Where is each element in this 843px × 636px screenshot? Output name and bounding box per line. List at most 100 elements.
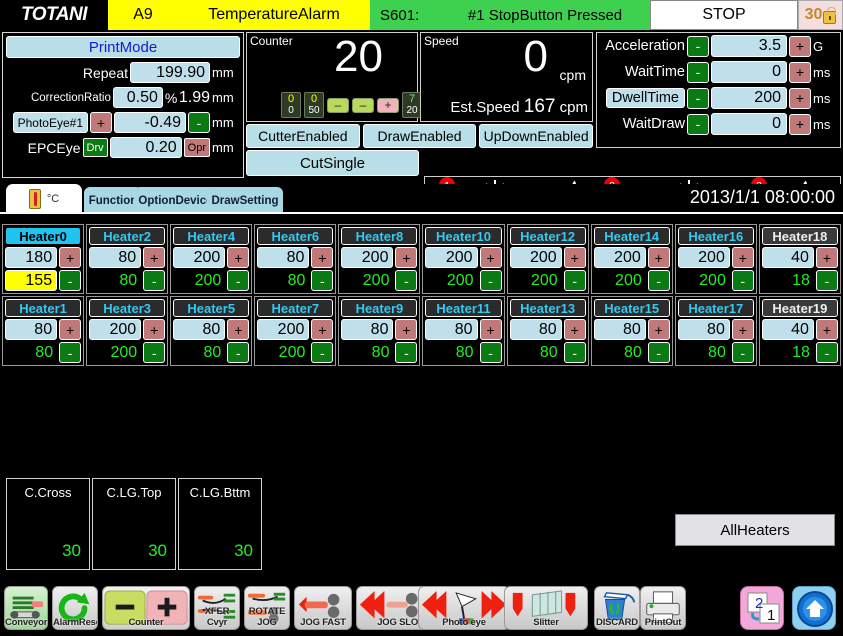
heater-setpoint[interactable]: 40 — [761, 319, 814, 340]
tab-drawsetting[interactable]: DrawSetting — [207, 187, 283, 214]
dwelltime-minus-button[interactable]: - — [687, 87, 709, 109]
heater-setpoint[interactable]: 200 — [677, 247, 730, 268]
draw-enabled-button[interactable]: DrawEnabled — [362, 124, 477, 148]
heater-minus-button[interactable]: - — [563, 270, 586, 291]
heater-plus-button[interactable]: + — [563, 319, 586, 340]
counter-plus-button[interactable]: + — [377, 97, 399, 113]
heater-cell[interactable]: Heater2 80 + 80- — [86, 224, 169, 294]
correction-ratio-field[interactable]: 0.50 — [112, 87, 163, 108]
counter-button[interactable]: Counter — [102, 586, 190, 630]
heater-minus-button[interactable]: - — [815, 342, 838, 363]
discard-button[interactable]: DISCARD — [594, 586, 640, 630]
alarm-reset-button[interactable]: AlarmReset — [52, 586, 98, 630]
tab-optiondevice[interactable]: OptionDevice — [134, 187, 217, 214]
heater-plus-button[interactable]: + — [395, 319, 418, 340]
heater-setpoint[interactable]: 200 — [173, 247, 226, 268]
heater-name[interactable]: Heater6 — [257, 227, 334, 245]
heater-cell[interactable]: Heater13 80 + 80- — [506, 296, 589, 366]
epceye-field[interactable]: 0.20 — [109, 137, 182, 158]
heater-minus-button[interactable]: - — [59, 270, 82, 291]
heater-cell[interactable]: Heater18 40 + 18- — [758, 224, 841, 294]
heater-minus-button[interactable]: - — [311, 270, 334, 291]
heater-plus-button[interactable]: + — [731, 247, 754, 268]
heater-plus-button[interactable]: + — [479, 319, 502, 340]
waitdraw-minus-button[interactable]: - — [687, 113, 709, 135]
heater-cell[interactable]: Heater5 80 + 80- — [170, 296, 253, 366]
heater-minus-button[interactable]: - — [647, 270, 670, 291]
heater-cell[interactable]: Heater9 80 + 80- — [338, 296, 421, 366]
heater-plus-button[interactable]: + — [815, 247, 838, 268]
cooler-c-lg-bttm[interactable]: C.LG.Bttm 30 — [178, 478, 262, 570]
heater-name[interactable]: Heater8 — [341, 227, 418, 245]
photo-eye-button[interactable]: Photo eye — [418, 586, 510, 630]
cutter-enabled-button[interactable]: CutterEnabled — [246, 124, 360, 148]
all-heaters-button[interactable]: AllHeaters — [675, 514, 835, 546]
heater-name[interactable]: Heater14 — [593, 227, 670, 245]
heater-setpoint[interactable]: 80 — [341, 319, 394, 340]
epceye-opr-button[interactable]: Opr — [183, 138, 210, 157]
heater-plus-button[interactable]: + — [395, 247, 418, 268]
heater-minus-button[interactable]: - — [815, 270, 838, 291]
heater-plus-button[interactable]: + — [311, 247, 334, 268]
heater-cell[interactable]: Heater10 200 + 200- — [422, 224, 505, 294]
heater-setpoint[interactable]: 200 — [425, 247, 478, 268]
heater-minus-button[interactable]: - — [395, 342, 418, 363]
heater-cell[interactable]: Heater3 200 + 200- — [86, 296, 169, 366]
heater-setpoint[interactable]: 80 — [89, 247, 142, 268]
heater-name[interactable]: Heater17 — [677, 299, 754, 317]
lock-level-button[interactable]: 30 — [798, 0, 843, 30]
heater-plus-button[interactable]: + — [143, 319, 166, 340]
rotate-jog-button[interactable]: ROTATE JOG — [244, 586, 290, 630]
heater-minus-button[interactable]: - — [395, 270, 418, 291]
repeat-field[interactable]: 199.90 — [130, 62, 210, 83]
heater-cell[interactable]: Heater1 80 + 80- — [2, 296, 85, 366]
heater-minus-button[interactable]: - — [227, 342, 250, 363]
heater-minus-button[interactable]: - — [731, 342, 754, 363]
heater-name[interactable]: Heater11 — [425, 299, 502, 317]
heater-name[interactable]: Heater10 — [425, 227, 502, 245]
photoeye-field[interactable]: -0.49 — [114, 112, 186, 133]
heater-cell[interactable]: Heater6 80 + 80- — [254, 224, 337, 294]
heater-plus-button[interactable]: + — [227, 319, 250, 340]
heater-plus-button[interactable]: + — [59, 319, 82, 340]
heater-minus-button[interactable]: - — [311, 342, 334, 363]
heater-plus-button[interactable]: + — [227, 247, 250, 268]
heater-cell[interactable]: Heater16 200 + 200- — [674, 224, 757, 294]
heater-plus-button[interactable]: + — [311, 319, 334, 340]
heater-cell[interactable]: Heater15 80 + 80- — [590, 296, 673, 366]
heater-cell[interactable]: Heater17 80 + 80- — [674, 296, 757, 366]
epceye-drv-button[interactable]: Drv — [82, 138, 108, 157]
heater-plus-button[interactable]: + — [479, 247, 502, 268]
heater-minus-button[interactable]: - — [59, 342, 82, 363]
heater-name[interactable]: Heater3 — [89, 299, 166, 317]
heater-name[interactable]: Heater7 — [257, 299, 334, 317]
dwelltime-plus-button[interactable]: + — [789, 87, 811, 109]
counter-minus-button-2[interactable]: – — [352, 97, 374, 113]
counter-preset-2[interactable]: 0 50 — [304, 92, 324, 118]
heater-cell[interactable]: Heater0 180 + 155- — [2, 224, 85, 294]
heater-minus-button[interactable]: - — [731, 270, 754, 291]
heater-minus-button[interactable]: - — [227, 270, 250, 291]
heater-setpoint[interactable]: 200 — [593, 247, 646, 268]
heater-setpoint[interactable]: 40 — [761, 247, 814, 268]
heater-setpoint[interactable]: 200 — [257, 319, 310, 340]
waittime-minus-button[interactable]: - — [687, 61, 709, 83]
updown-enabled-button[interactable]: UpDownEnabled — [479, 124, 594, 148]
heater-plus-button[interactable]: + — [815, 319, 838, 340]
heater-setpoint[interactable]: 80 — [425, 319, 478, 340]
heater-plus-button[interactable]: + — [143, 247, 166, 268]
heater-cell[interactable]: Heater12 200 + 200- — [506, 224, 589, 294]
xfer-cvyr-button[interactable]: XFER Cvyr — [194, 586, 240, 630]
printout-button[interactable]: PrintOut — [640, 586, 686, 630]
dwelltime-field[interactable]: 200 — [711, 87, 787, 109]
conveyor-button[interactable]: Conveyor — [4, 586, 48, 630]
acceleration-field[interactable]: 3.5 — [711, 35, 787, 57]
photoeye-minus-button[interactable]: - — [188, 112, 210, 133]
heater-minus-button[interactable]: - — [479, 270, 502, 291]
jog-fast-button[interactable]: JOG FAST — [294, 586, 352, 630]
heater-name[interactable]: Heater12 — [509, 227, 586, 245]
waitdraw-plus-button[interactable]: + — [789, 113, 811, 135]
heater-setpoint[interactable]: 80 — [593, 319, 646, 340]
acceleration-plus-button[interactable]: + — [789, 35, 811, 57]
heater-name[interactable]: Heater2 — [89, 227, 166, 245]
